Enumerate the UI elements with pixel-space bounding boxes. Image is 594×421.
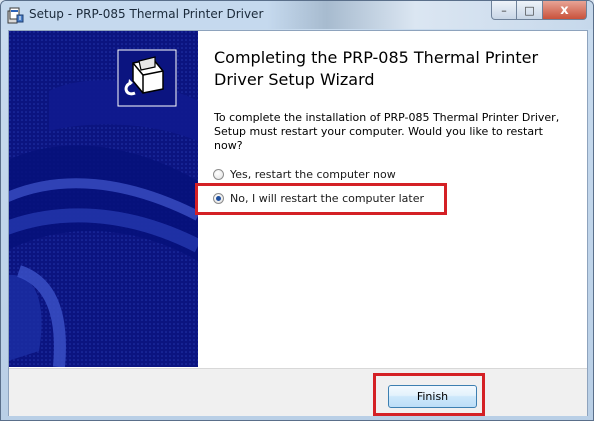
- radio-button[interactable]: [213, 169, 224, 180]
- close-icon: x: [560, 2, 569, 18]
- highlight-annotation-finish: [373, 373, 485, 416]
- highlight-annotation-option: [195, 183, 447, 215]
- wizard-description: To complete the installation of PRP-085 …: [214, 111, 560, 152]
- minimize-button[interactable]: –: [491, 1, 517, 20]
- wizard-banner-image: [9, 31, 198, 367]
- wizard-footer: Finish: [9, 368, 587, 416]
- radio-restart-now[interactable]: Yes, restart the computer now: [213, 168, 396, 181]
- wizard-content: Completing the PRP-085 Thermal Printer D…: [214, 31, 574, 153]
- caption-buttons: – □ x: [491, 1, 587, 20]
- wizard-client-area: Completing the PRP-085 Thermal Printer D…: [8, 30, 588, 416]
- minimize-icon: –: [501, 3, 507, 17]
- radio-label: Yes, restart the computer now: [230, 168, 396, 181]
- wizard-heading: Completing the PRP-085 Thermal Printer D…: [214, 48, 539, 89]
- maximize-icon: □: [524, 3, 535, 17]
- setup-window: Setup - PRP-085 Thermal Printer Driver –…: [0, 0, 594, 421]
- window-title: Setup - PRP-085 Thermal Printer Driver: [29, 7, 264, 21]
- setup-installer-icon: [7, 7, 24, 24]
- maximize-button[interactable]: □: [517, 1, 543, 20]
- title-bar[interactable]: Setup - PRP-085 Thermal Printer Driver –…: [1, 1, 593, 29]
- close-button[interactable]: x: [543, 1, 587, 20]
- printer-install-icon: [117, 49, 177, 107]
